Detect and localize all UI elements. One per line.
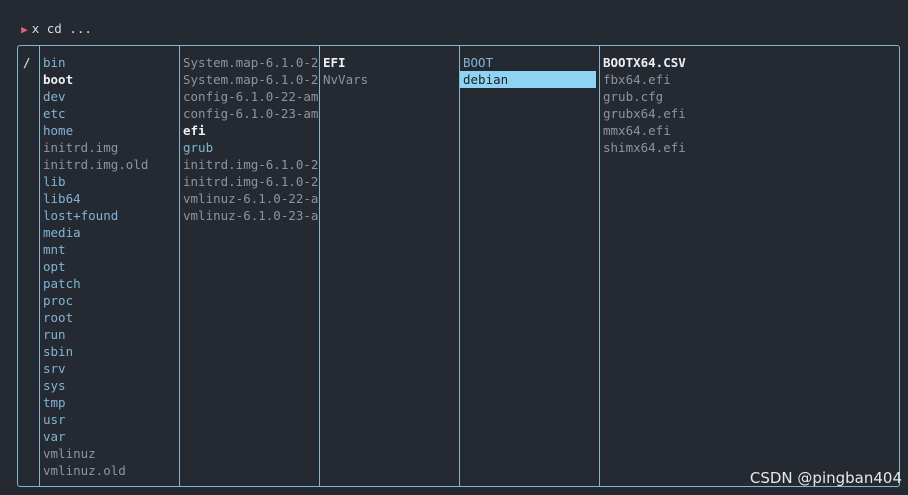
entry-shimx64-efi[interactable]: shimx64.efi bbox=[600, 139, 899, 156]
entry-sbin[interactable]: sbin bbox=[40, 343, 179, 360]
entry-fbx64-efi[interactable]: fbx64.efi bbox=[600, 71, 899, 88]
entry-mmx64-efi[interactable]: mmx64.efi bbox=[600, 122, 899, 139]
entry-efi[interactable]: EFI bbox=[320, 54, 459, 71]
entry-bootx64-csv[interactable]: BOOTX64.CSV bbox=[600, 54, 899, 71]
entry-boot[interactable]: BOOT bbox=[460, 54, 599, 71]
entry-config-6-1-0-22-amd[interactable]: config-6.1.0-22-amd bbox=[180, 88, 319, 105]
entry-grub-cfg[interactable]: grub.cfg bbox=[600, 88, 899, 105]
root-path-label: / bbox=[23, 55, 31, 70]
entry-var[interactable]: var bbox=[40, 428, 179, 445]
entry-proc[interactable]: proc bbox=[40, 292, 179, 309]
entry-home[interactable]: home bbox=[40, 122, 179, 139]
entry-etc[interactable]: etc bbox=[40, 105, 179, 122]
entry-grubx64-efi[interactable]: grubx64.efi bbox=[600, 105, 899, 122]
file-manager-panel: / bin boot dev etc home initrd.img initrd.img.… bbox=[17, 45, 900, 487]
entry-nvvars[interactable]: NvVars bbox=[320, 71, 459, 88]
entry-vmlinuz-old[interactable]: vmlinuz.old bbox=[40, 462, 179, 479]
entry-lib[interactable]: lib bbox=[40, 173, 179, 190]
entry-lost-found[interactable]: lost+found bbox=[40, 207, 179, 224]
entry-config-6-1-0-23-amd[interactable]: config-6.1.0-23-amd bbox=[180, 105, 319, 122]
entry-system-map-6-1-0-23[interactable]: System.map-6.1.0-23 bbox=[180, 71, 319, 88]
entry-initrd-img[interactable]: initrd.img bbox=[40, 139, 179, 156]
entry-srv[interactable]: srv bbox=[40, 360, 179, 377]
efi-subdirectory-column[interactable]: BOOT debian bbox=[459, 46, 599, 486]
selected-entry-debian[interactable]: debian bbox=[460, 71, 596, 88]
entry-vmlinuz[interactable]: vmlinuz bbox=[40, 445, 179, 462]
entry-efi[interactable]: efi bbox=[180, 122, 319, 139]
entry-initrd-img-old[interactable]: initrd.img.old bbox=[40, 156, 179, 173]
boot-directory-column[interactable]: System.map-6.1.0-22 System.map-6.1.0-23 co… bbox=[179, 46, 319, 486]
entry-opt[interactable]: opt bbox=[40, 258, 179, 275]
entry-boot[interactable]: boot bbox=[40, 71, 179, 88]
entry-root[interactable]: root bbox=[40, 309, 179, 326]
entry-bin[interactable]: bin bbox=[40, 54, 179, 71]
entry-patch[interactable]: patch bbox=[40, 275, 179, 292]
entry-vmlinuz-6-1-0-23-am[interactable]: vmlinuz-6.1.0-23-am bbox=[180, 207, 319, 224]
entry-system-map-6-1-0-22[interactable]: System.map-6.1.0-22 bbox=[180, 54, 319, 71]
entry-media[interactable]: media bbox=[40, 224, 179, 241]
prompt-arrow-icon: ▶ bbox=[21, 23, 28, 36]
shell-prompt-line: ▶ x cd ... bbox=[6, 3, 92, 36]
watermark: CSDN @pingban404 bbox=[749, 469, 902, 487]
entry-sys[interactable]: sys bbox=[40, 377, 179, 394]
entry-initrd-img-6-1-0-23[interactable]: initrd.img-6.1.0-23 bbox=[180, 173, 319, 190]
entry-dev[interactable]: dev bbox=[40, 88, 179, 105]
preview-column[interactable]: BOOTX64.CSV fbx64.efi grub.cfg grubx64.efi m… bbox=[599, 46, 899, 486]
entry-usr[interactable]: usr bbox=[40, 411, 179, 428]
entry-mnt[interactable]: mnt bbox=[40, 241, 179, 258]
root-path-column: / bbox=[18, 46, 39, 486]
entry-grub[interactable]: grub bbox=[180, 139, 319, 156]
entry-tmp[interactable]: tmp bbox=[40, 394, 179, 411]
entry-lib64[interactable]: lib64 bbox=[40, 190, 179, 207]
entry-vmlinuz-6-1-0-22-am[interactable]: vmlinuz-6.1.0-22-am bbox=[180, 190, 319, 207]
efi-directory-column[interactable]: EFI NvVars bbox=[319, 46, 459, 486]
root-directory-column[interactable]: bin boot dev etc home initrd.img initrd.img.ol… bbox=[39, 46, 179, 486]
entry-run[interactable]: run bbox=[40, 326, 179, 343]
prompt-command: x cd ... bbox=[31, 21, 92, 36]
entry-initrd-img-6-1-0-22[interactable]: initrd.img-6.1.0-22 bbox=[180, 156, 319, 173]
